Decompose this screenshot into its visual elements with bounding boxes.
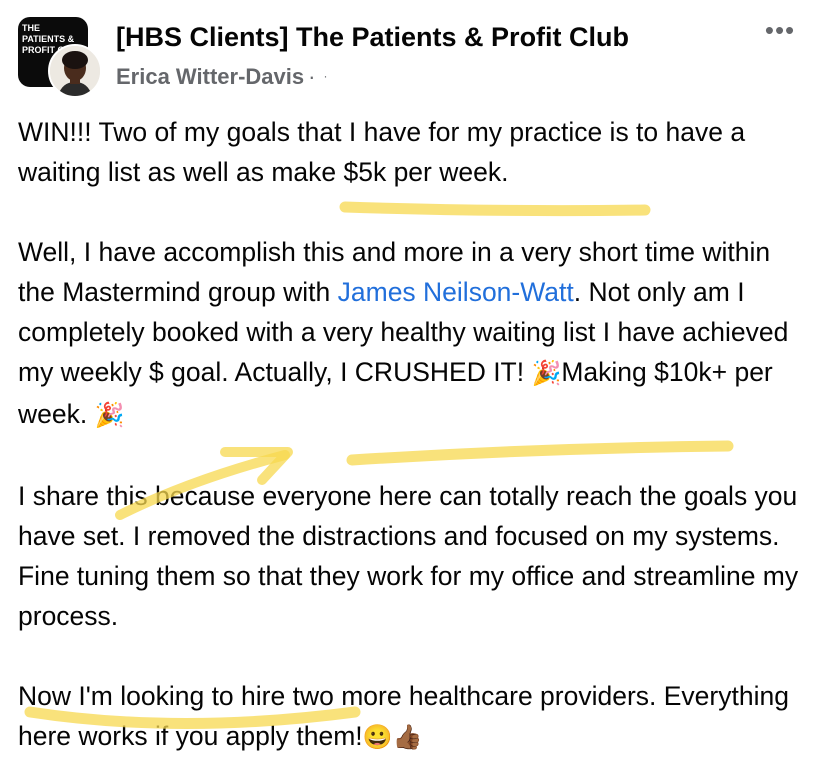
author-line: Erica Witter-Davis · ·: [116, 64, 327, 90]
separator-dot: ·: [308, 64, 316, 89]
post-header: THE PATIENTS & PROFIT CLUB [HBS Clients]…: [0, 0, 821, 100]
post-paragraph-2: Well, I have accomplish this and more in…: [18, 232, 808, 436]
thumbs-up-icon: 👍🏾: [392, 724, 423, 751]
grinning-face-icon: 😀: [362, 724, 393, 751]
user-photo-icon: [50, 46, 100, 96]
party-popper-icon: 🎉: [531, 360, 562, 387]
post-paragraph-1: WIN!!! Two of my goals that I have for m…: [18, 117, 746, 187]
privacy-icon[interactable]: ·: [323, 69, 327, 83]
party-popper-icon: 🎉: [94, 402, 125, 429]
more-options-button[interactable]: •••: [760, 17, 800, 43]
group-title-link[interactable]: [HBS Clients] The Patients & Profit Club: [116, 22, 629, 53]
avatar[interactable]: [48, 44, 102, 98]
post-paragraph-4: Now I'm looking to hire two more healthc…: [18, 676, 808, 758]
post-paragraph-3: I share this because everyone here can t…: [18, 481, 799, 631]
mention-link[interactable]: James Neilson-Watt: [338, 277, 574, 307]
author-name-link[interactable]: Erica Witter-Davis: [116, 64, 304, 89]
post-body: WIN!!! Two of my goals that I have for m…: [18, 112, 808, 758]
